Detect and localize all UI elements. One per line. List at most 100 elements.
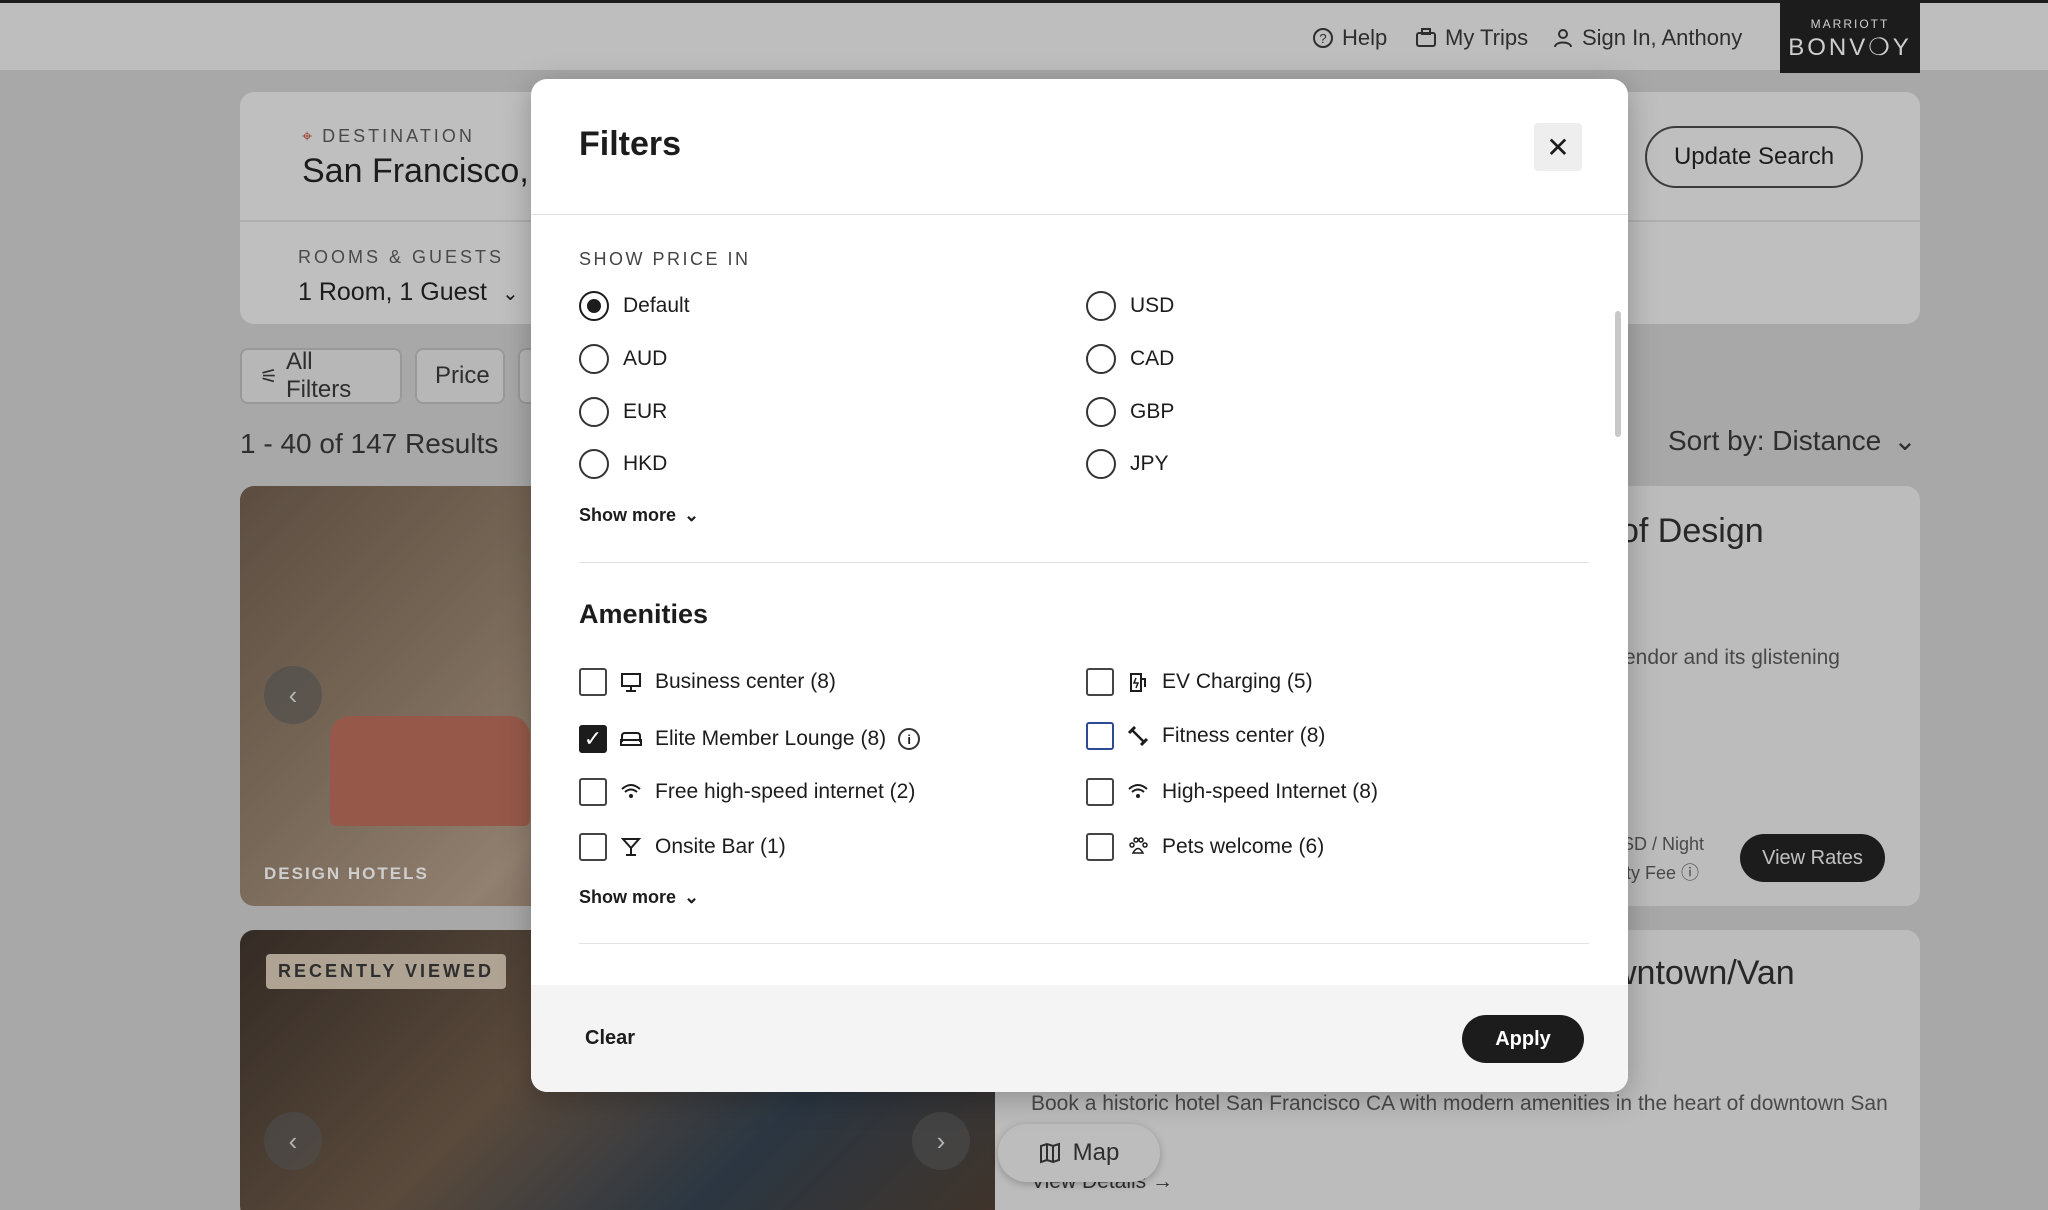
chevron-right-icon: › xyxy=(936,1125,946,1156)
chevron-left-icon: ‹ xyxy=(288,679,298,710)
monitor-icon xyxy=(619,670,643,694)
checkbox[interactable] xyxy=(1086,668,1114,696)
my-trips-link[interactable]: My Trips xyxy=(1415,25,1528,51)
radio-button[interactable] xyxy=(1086,291,1116,321)
info-icon[interactable]: i xyxy=(898,728,921,750)
amenity-high-speed-internet[interactable]: High-speed Internet (8) xyxy=(1086,778,1378,806)
map-button[interactable]: Map xyxy=(998,1124,1160,1182)
help-icon: ? xyxy=(1313,28,1333,48)
lounge-icon xyxy=(619,727,643,751)
amenity-elite-member-lounge[interactable]: ✓ Elite Member Lounge (8) i xyxy=(579,725,921,753)
section-divider xyxy=(579,562,1589,563)
checkbox[interactable] xyxy=(579,668,607,696)
amenity-business-center[interactable]: Business center (8) xyxy=(579,668,836,696)
radio-button[interactable] xyxy=(1086,344,1116,374)
currency-option-usd[interactable]: USD xyxy=(1086,291,1174,321)
radio-button[interactable] xyxy=(579,291,609,321)
user-icon xyxy=(1554,29,1572,48)
update-search-button[interactable]: Update Search xyxy=(1645,126,1863,188)
currency-option-jpy[interactable]: JPY xyxy=(1086,449,1169,479)
price-chip[interactable]: Price xyxy=(415,348,505,404)
location-pin-icon: ⌖ xyxy=(302,126,313,146)
suitcase-icon xyxy=(1416,28,1436,47)
close-icon: ✕ xyxy=(1546,131,1570,163)
destination-label: ⌖ DESTINATION xyxy=(302,126,475,146)
arrow-right-icon: → xyxy=(1152,1170,1174,1193)
amenity-ev-charging[interactable]: EV Charging (5) xyxy=(1086,668,1313,696)
modal-footer: Clear Apply xyxy=(531,985,1628,1092)
dumbbell-icon xyxy=(1126,724,1150,748)
fee-note: ity Fee ⓘ xyxy=(1622,863,1700,883)
chevron-down-icon: ⌄ xyxy=(684,505,700,525)
amenity-onsite-bar[interactable]: Onsite Bar (1) xyxy=(579,833,786,861)
info-icon: ⓘ xyxy=(1681,863,1700,883)
help-label: Help xyxy=(1342,25,1388,50)
show-more-amenities[interactable]: Show more ⌄ xyxy=(579,887,699,908)
chevron-down-icon: ⌄ xyxy=(1893,425,1917,456)
show-more-currencies[interactable]: Show more ⌄ xyxy=(579,505,699,526)
brand-badge: DESIGN HOTELS xyxy=(264,864,429,883)
amenity-free-internet[interactable]: Free high-speed internet (2) xyxy=(579,778,915,806)
checkbox[interactable] xyxy=(579,833,607,861)
prev-photo-button[interactable]: ‹ xyxy=(264,666,322,724)
hotel-description: endor and its glistening xyxy=(1624,646,1840,669)
currency-option-eur[interactable]: EUR xyxy=(579,397,667,427)
close-button[interactable]: ✕ xyxy=(1534,123,1582,171)
modal-title: Filters xyxy=(579,125,682,163)
ev-charging-icon xyxy=(1126,670,1150,694)
radio-button[interactable] xyxy=(579,449,609,479)
currency-option-hkd[interactable]: HKD xyxy=(579,449,667,479)
paw-icon xyxy=(1126,835,1150,859)
amenity-fitness-center[interactable]: Fitness center (8) xyxy=(1086,722,1325,750)
svg-text:?: ? xyxy=(1319,31,1326,46)
map-icon xyxy=(1039,1142,1060,1164)
checkbox[interactable]: ✓ xyxy=(579,725,607,753)
rooms-guests-dropdown[interactable]: 1 Room, 1 Guest ⌄ xyxy=(298,278,519,307)
results-count: 1 - 40 of 147 Results xyxy=(240,428,499,459)
prev-photo-button[interactable]: ‹ xyxy=(264,1112,322,1170)
wifi-icon xyxy=(619,780,643,804)
clear-button[interactable]: Clear xyxy=(585,1027,635,1050)
all-filters-chip[interactable]: ⚟ All Filters xyxy=(240,348,402,404)
section-divider xyxy=(579,943,1589,944)
currency-option-aud[interactable]: AUD xyxy=(579,344,667,374)
modal-header: Filters ✕ xyxy=(531,79,1628,215)
marriott-bonvoy-logo[interactable]: MARRIOTT BONV❍Y xyxy=(1780,3,1920,73)
top-navigation-bar: ? Help My Trips Sign In, Anthony MARRIOT… xyxy=(0,0,2048,73)
checkbox[interactable] xyxy=(1086,722,1114,750)
radio-button[interactable] xyxy=(579,344,609,374)
next-photo-button[interactable]: › xyxy=(912,1112,970,1170)
chevron-down-icon: ⌄ xyxy=(684,887,700,907)
radio-button[interactable] xyxy=(1086,397,1116,427)
sign-in-link[interactable]: Sign In, Anthony xyxy=(1552,25,1742,51)
checkbox[interactable] xyxy=(1086,833,1114,861)
hotel-title[interactable]: wntown/Van xyxy=(1612,954,1795,993)
checkbox[interactable] xyxy=(579,778,607,806)
rooms-guests-label: ROOMS & GUESTS xyxy=(298,247,505,267)
help-link[interactable]: ? Help xyxy=(1312,25,1387,51)
wifi-icon xyxy=(1126,780,1150,804)
chevron-down-icon: ⌄ xyxy=(501,283,519,305)
checkbox[interactable] xyxy=(1086,778,1114,806)
radio-button[interactable] xyxy=(1086,449,1116,479)
price-section-label: SHOW PRICE IN xyxy=(579,249,751,269)
currency-option-default[interactable]: Default xyxy=(579,291,690,321)
amenity-pets-welcome[interactable]: Pets welcome (6) xyxy=(1086,833,1324,861)
my-trips-label: My Trips xyxy=(1445,25,1529,50)
hotel-description: Book a historic hotel San Francisco CA w… xyxy=(1031,1092,1888,1115)
currency-option-cad[interactable]: CAD xyxy=(1086,344,1174,374)
currency-option-gbp[interactable]: GBP xyxy=(1086,397,1174,427)
modal-scrollbar-thumb[interactable] xyxy=(1615,311,1621,437)
destination-value[interactable]: San Francisco, xyxy=(302,152,529,191)
sort-dropdown[interactable]: Sort by: Distance ⌄ xyxy=(1668,424,1917,457)
filters-modal: Filters ✕ SHOW PRICE IN Default USD AUD … xyxy=(531,79,1628,1092)
sign-in-label: Sign In, Anthony xyxy=(1582,25,1743,50)
hotel-title[interactable]: of Design xyxy=(1620,512,1764,551)
apply-button[interactable]: Apply xyxy=(1462,1015,1584,1063)
recently-viewed-badge: RECENTLY VIEWED xyxy=(266,954,507,989)
sliders-icon: ⚟ xyxy=(260,365,278,388)
price-per-night: SD / Night xyxy=(1622,834,1705,854)
photo-detail xyxy=(330,716,530,826)
radio-button[interactable] xyxy=(579,397,609,427)
view-rates-button[interactable]: View Rates xyxy=(1740,834,1885,882)
